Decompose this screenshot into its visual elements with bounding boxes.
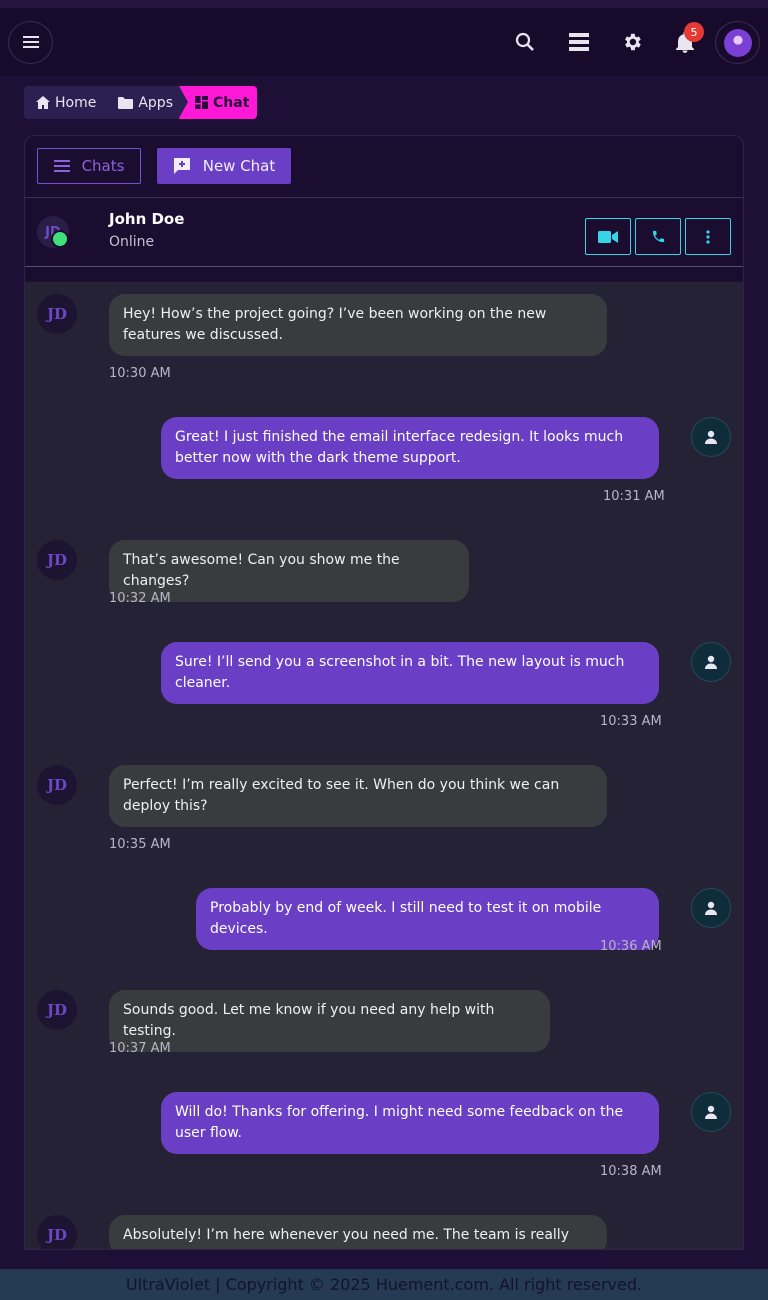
layers-button[interactable] (567, 30, 591, 54)
person-icon (705, 430, 717, 444)
message-time: 10:31 AM (603, 489, 665, 504)
person-icon (705, 655, 717, 669)
search-icon (515, 32, 534, 51)
message-bubble-incoming: Hey! How’s the project going? I’ve been … (109, 294, 607, 356)
new-chat-button[interactable]: New Chat (157, 148, 291, 184)
sender-avatar: JD (37, 765, 77, 805)
person-icon (705, 901, 717, 915)
page-footer: UltraViolet | Copyright © 2025 Huement.c… (0, 1269, 768, 1300)
sender-avatar: JD (37, 540, 77, 580)
person-icon (705, 1105, 717, 1119)
menu-button[interactable] (8, 21, 53, 64)
breadcrumb-chat-label: Chat (213, 94, 250, 111)
avatar (723, 28, 752, 57)
message-bubble-outgoing: Great! I just finished the email interfa… (161, 417, 659, 479)
message-time: 10:32 AM (109, 591, 171, 606)
video-call-button[interactable] (585, 218, 631, 255)
message-time: 10:30 AM (109, 366, 171, 381)
message-time: 10:33 AM (600, 714, 662, 729)
message-time: 10:35 AM (109, 837, 171, 852)
new-chat-button-label: New Chat (202, 157, 276, 175)
grid-icon (195, 96, 208, 109)
user-avatar-button[interactable] (715, 21, 760, 64)
list-icon (53, 160, 70, 172)
breadcrumb-apps-label: Apps (138, 94, 173, 111)
folder-icon (118, 96, 134, 109)
more-options-button[interactable] (685, 218, 731, 255)
chats-button[interactable]: Chats (37, 148, 141, 184)
conversation-header: JD John Doe Online (25, 197, 743, 267)
notification-badge: 5 (684, 22, 704, 42)
online-status-dot (51, 230, 69, 248)
sender-avatar: JD (37, 990, 77, 1030)
gear-icon (625, 33, 641, 51)
message-bubble-outgoing: Probably by end of week. I still need to… (196, 888, 659, 950)
my-avatar (691, 1092, 731, 1132)
my-avatar (691, 888, 731, 928)
chats-button-label: Chats (81, 157, 125, 175)
message-bubble-outgoing: Sure! I’ll send you a screenshot in a bi… (161, 642, 659, 704)
chat-toolbar: Chats New Chat (25, 136, 743, 197)
message-bubble-incoming: Perfect! I’m really excited to see it. W… (109, 765, 607, 827)
settings-button[interactable] (620, 30, 644, 54)
my-avatar (691, 417, 731, 457)
message-time: 10:36 AM (600, 939, 662, 954)
message-bubble-outgoing: Will do! Thanks for offering. I might ne… (161, 1092, 659, 1154)
message-time: 10:37 AM (109, 1041, 171, 1056)
sender-avatar: JD (37, 1215, 77, 1249)
my-avatar (691, 642, 731, 682)
message-list: JD Hey! How’s the project going? I’ve be… (25, 282, 743, 1249)
menu-icon (22, 33, 39, 52)
voice-call-button[interactable] (635, 218, 681, 255)
breadcrumb-apps[interactable]: Apps (102, 86, 179, 119)
home-icon (36, 96, 50, 109)
breadcrumb-chat[interactable]: Chat (179, 86, 258, 119)
more-vertical-icon (706, 229, 710, 244)
message-bubble-incoming: Sounds good. Let me know if you need any… (109, 990, 550, 1052)
sender-avatar: JD (37, 294, 77, 334)
breadcrumb-home-label: Home (55, 94, 97, 111)
contact-name: John Doe (109, 210, 185, 228)
phone-icon (652, 230, 664, 243)
layers-icon (569, 33, 589, 51)
contact-status: Online (109, 234, 155, 250)
video-icon (598, 230, 618, 243)
breadcrumb: Home Apps Chat (24, 86, 258, 119)
breadcrumb-home[interactable]: Home (24, 86, 102, 119)
message-time: 10:38 AM (600, 1164, 662, 1179)
message-bubble-incoming: Absolutely! I’m here whenever you need m… (109, 1215, 607, 1249)
top-strip (0, 0, 768, 8)
app-header: 5 (0, 8, 768, 76)
search-button[interactable] (513, 30, 537, 54)
add-message-icon (173, 158, 190, 174)
chat-panel: Chats New Chat JD John Doe Online JD Hey… (24, 135, 744, 1250)
